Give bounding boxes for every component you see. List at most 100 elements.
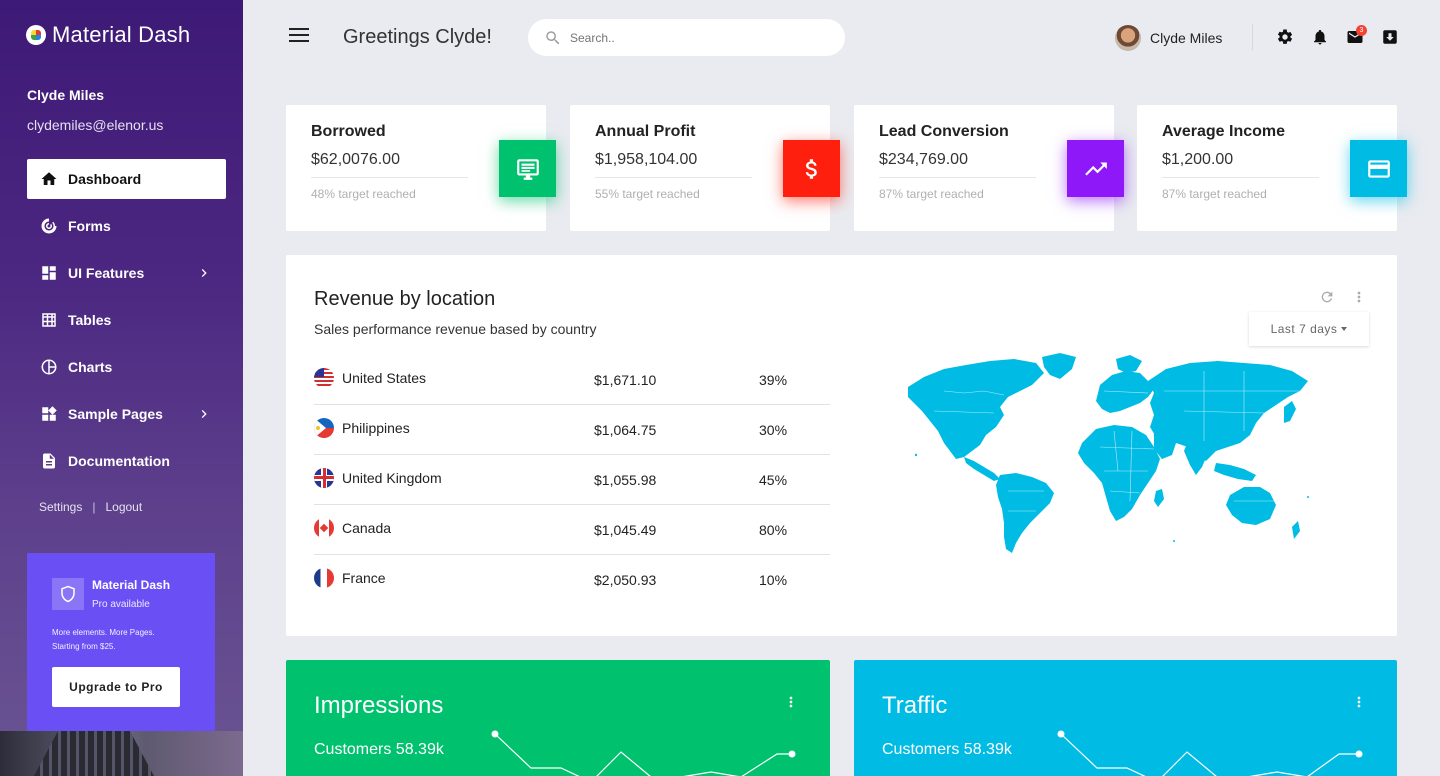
revenue-percent: 39% bbox=[759, 371, 788, 388]
stat-card-annual-profit: Annual Profit $1,958,104.00 55% target r… bbox=[570, 105, 840, 231]
panel-title: Revenue by location bbox=[314, 288, 496, 310]
user-menu[interactable]: Clyde Miles bbox=[1115, 25, 1222, 51]
stat-divider bbox=[595, 177, 752, 178]
pro-description: More elements. More Pages. Starting from… bbox=[52, 626, 202, 654]
canada-flag-icon bbox=[314, 517, 334, 538]
more-vert-icon[interactable] bbox=[1351, 289, 1367, 305]
stat-card-lead-conversion: Lead Conversion $234,769.00 87% target r… bbox=[854, 105, 1124, 231]
revenue-amount: $1,055.98 bbox=[594, 471, 657, 488]
revenue-amount: $1,064.75 bbox=[594, 421, 657, 438]
sidebar-item-label: Tables bbox=[68, 312, 112, 328]
panel-tools bbox=[1319, 289, 1367, 305]
search-bar[interactable] bbox=[528, 19, 845, 56]
country-name: United States bbox=[342, 369, 427, 386]
country-name: United Kingdom bbox=[342, 469, 442, 486]
revenue-by-location-panel: Revenue by location Sales performance re… bbox=[286, 255, 1397, 636]
brand-name: Material Dash bbox=[52, 22, 191, 47]
map-scandinavia bbox=[1116, 355, 1142, 373]
card-menu-button[interactable] bbox=[1351, 694, 1367, 710]
country-name: Philippines bbox=[342, 419, 410, 436]
uk-flag-icon bbox=[314, 467, 334, 488]
sidebar-item-charts[interactable]: Charts bbox=[27, 347, 226, 387]
stat-note: 87% target reached bbox=[879, 187, 984, 201]
revenue-percent: 45% bbox=[759, 471, 788, 488]
panel-subtitle: Sales performance revenue based by count… bbox=[314, 321, 597, 337]
dashboard-icon bbox=[42, 266, 56, 280]
revenue-amount: $1,045.49 bbox=[594, 521, 657, 538]
revenue-amount: $1,671.10 bbox=[594, 371, 657, 388]
sidebar-item-tables[interactable]: Tables bbox=[27, 300, 226, 340]
desktop-message-icon bbox=[499, 140, 556, 197]
revenue-percent: 30% bbox=[759, 421, 788, 438]
home-icon bbox=[41, 172, 57, 185]
sidebar-footer-links: Settings | Logout bbox=[39, 500, 142, 514]
world-map[interactable] bbox=[904, 351, 1316, 557]
stat-value: $1,958,104.00 bbox=[595, 151, 698, 168]
sidebar-item-label: Charts bbox=[68, 359, 113, 375]
download-icon bbox=[1383, 30, 1397, 44]
link-separator: | bbox=[92, 500, 96, 514]
stat-note: 55% target reached bbox=[595, 187, 700, 201]
sidebar-item-sample-pages[interactable]: Sample Pages bbox=[27, 394, 226, 434]
pro-subtitle: Pro available bbox=[92, 599, 150, 610]
sidebar-item-ui-features[interactable]: UI Features bbox=[27, 253, 226, 293]
traffic-card: Traffic Customers 58.39k bbox=[854, 660, 1397, 776]
stat-title: Average Income bbox=[1162, 123, 1286, 140]
sidebar-item-label: Sample Pages bbox=[68, 406, 163, 422]
gear-icon bbox=[1277, 29, 1293, 44]
settings-button[interactable] bbox=[1276, 28, 1294, 46]
map-australia bbox=[1226, 487, 1276, 525]
sidebar-user-name: Clyde Miles bbox=[27, 87, 105, 103]
search-input[interactable] bbox=[570, 30, 810, 45]
sidebar-item-dashboard[interactable]: Dashboard bbox=[27, 159, 226, 199]
date-range-dropdown[interactable]: Last 7 days bbox=[1249, 312, 1369, 346]
track-changes-icon bbox=[41, 218, 57, 234]
sidebar-nav: Dashboard Forms UI Features Tables Chart… bbox=[27, 159, 226, 488]
sidebar-item-documentation[interactable]: Documentation bbox=[27, 441, 226, 481]
pro-upgrade-card: Material Dash Pro available More element… bbox=[27, 553, 215, 731]
sidebar-item-label: Documentation bbox=[68, 453, 170, 469]
notifications-button[interactable] bbox=[1311, 28, 1329, 46]
credit-card-icon bbox=[1350, 140, 1407, 197]
menu-icon[interactable] bbox=[289, 28, 309, 46]
pro-title: Material Dash bbox=[92, 578, 171, 592]
stat-divider bbox=[1162, 177, 1319, 178]
revenue-table: United States $1,671.10 39% Philippines … bbox=[314, 355, 830, 605]
shield-icon bbox=[52, 578, 84, 610]
card-title: Traffic bbox=[882, 692, 948, 719]
description-icon bbox=[43, 453, 55, 469]
sidebar-item-label: Dashboard bbox=[68, 171, 142, 187]
impressions-sparkline bbox=[491, 730, 796, 776]
revenue-percent: 80% bbox=[759, 521, 788, 538]
us-flag-icon bbox=[314, 367, 334, 388]
sidebar-item-forms[interactable]: Forms bbox=[27, 206, 226, 246]
brand[interactable]: Material Dash bbox=[26, 22, 190, 48]
grid-icon bbox=[42, 313, 56, 327]
upgrade-to-pro-button[interactable]: Upgrade to Pro bbox=[52, 667, 180, 707]
stat-title: Lead Conversion bbox=[879, 123, 1009, 140]
sidebar-background-photo bbox=[0, 731, 243, 776]
map-indonesia bbox=[1214, 463, 1256, 481]
refresh-icon[interactable] bbox=[1319, 289, 1335, 305]
dollar-icon bbox=[783, 140, 840, 197]
greeting-title: Greetings Clyde! bbox=[343, 26, 492, 48]
country-name: France bbox=[342, 570, 386, 586]
mail-badge: 3 bbox=[1356, 25, 1367, 36]
logout-link[interactable]: Logout bbox=[105, 500, 142, 514]
philippines-flag-icon bbox=[314, 417, 334, 438]
settings-link[interactable]: Settings bbox=[39, 500, 82, 514]
map-south-america bbox=[996, 473, 1054, 553]
revenue-amount: $2,050.93 bbox=[594, 572, 657, 588]
revenue-percent: 10% bbox=[759, 572, 788, 588]
download-button[interactable] bbox=[1381, 28, 1399, 46]
card-menu-button[interactable] bbox=[783, 694, 799, 710]
sidebar: Material Dash Clyde Miles clydemiles@ele… bbox=[0, 0, 243, 776]
chevron-right-icon bbox=[201, 269, 207, 277]
widgets-icon bbox=[42, 406, 57, 421]
sidebar-item-label: Forms bbox=[68, 218, 111, 234]
stat-card-average-income: Average Income $1,200.00 87% target reac… bbox=[1137, 105, 1407, 231]
table-row: Philippines $1,064.75 30% bbox=[314, 405, 830, 455]
impressions-card: Impressions Customers 58.39k bbox=[286, 660, 830, 776]
table-row: Canada $1,045.49 80% bbox=[314, 505, 830, 555]
stat-divider bbox=[879, 177, 1036, 178]
